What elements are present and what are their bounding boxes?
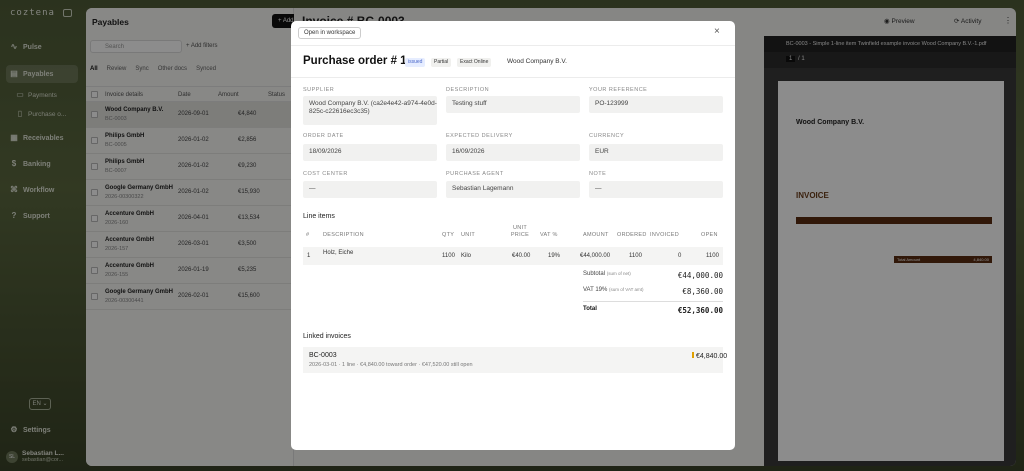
note-field: — <box>589 181 723 198</box>
field-label: DESCRIPTION <box>446 87 490 93</box>
field-label: PURCHASE AGENT <box>446 171 504 177</box>
column-header: OPEN <box>701 232 718 238</box>
expected-delivery-field: 16/09/2026 <box>446 144 580 161</box>
status-badge: Partial <box>431 58 452 67</box>
line-item-ordered: 1100 <box>629 253 642 259</box>
close-icon[interactable]: × <box>714 27 720 37</box>
column-header: # <box>306 232 310 238</box>
total-row: Total €52,360.00 <box>583 306 723 315</box>
line-item-row: 1 Holz, Eiche 1100 Kilo €40.00 19% €44,0… <box>303 247 723 265</box>
line-item-unit: Kilo <box>461 253 472 259</box>
column-header: AMOUNT <box>583 232 609 238</box>
description-field: Testing stuff <box>446 96 580 113</box>
status-badge: issued <box>405 58 426 67</box>
cost-center-field: — <box>303 181 437 198</box>
order-date-field: 18/09/2026 <box>303 144 437 161</box>
field-label: SUPPLIER <box>303 87 335 93</box>
vat-value: €8,360.00 <box>682 287 723 296</box>
currency-field: EUR <box>589 144 723 161</box>
linked-invoice-amount: €4,840.00 <box>696 353 728 360</box>
line-item-description: Holz, Eiche <box>323 250 354 256</box>
purchase-order-title: Purchase order # 1 <box>303 55 407 67</box>
warning-marker-icon <box>692 352 694 358</box>
field-label: CURRENCY <box>589 133 625 139</box>
subtotal-row: Subtotal (sum of net) €44,000.00 <box>583 271 723 280</box>
linked-invoice-row[interactable]: BC-0003 2026-03-01 · 1 line · €4,840.00 … <box>303 347 727 373</box>
purchase-agent-field: Sebastian Lagemann <box>446 181 580 198</box>
total-label: Total <box>583 306 597 312</box>
divider <box>583 301 723 302</box>
vat-row: VAT 19% (sum of VAT amt) €8,360.00 <box>583 287 723 296</box>
linked-invoice-number: BC-0003 <box>309 352 337 359</box>
column-header: UNIT PRICE <box>510 225 530 238</box>
po-supplier-name: Wood Company B.V. <box>507 58 567 65</box>
line-items-header: # DESCRIPTION QTY UNIT UNIT PRICE VAT % … <box>303 225 723 247</box>
app-background: coztena ∿ Pulse ▤ Payables ▭ Payments ▯ … <box>0 0 1024 471</box>
line-item-amount: €44,000.00 <box>580 253 611 259</box>
line-items-title: Line items <box>303 213 335 220</box>
reference-field: PO-123999 <box>589 96 723 113</box>
purchase-order-modal: Open in workspace × Purchase order # 1 i… <box>291 21 735 450</box>
line-item-unit-price: €40.00 <box>512 253 531 259</box>
column-header: UNIT <box>461 232 476 238</box>
column-header: VAT % <box>540 232 558 238</box>
supplier-field: Wood Company B.V. (ca2e4e42-a974-4e0d-82… <box>303 96 437 125</box>
field-label: NOTE <box>589 171 607 177</box>
column-header: INVOICED <box>650 232 679 238</box>
linked-invoice-summary: 2026-03-01 · 1 line · €4,840.00 toward o… <box>309 362 473 368</box>
sync-badge: Exact Online <box>457 58 492 67</box>
field-label: COST CENTER <box>303 171 348 177</box>
field-label: YOUR REFERENCE <box>589 87 648 93</box>
subtotal-note: (sum of net) <box>606 271 631 276</box>
line-item-number: 1 <box>307 253 311 259</box>
line-item-qty: 1100 <box>442 253 455 259</box>
line-item-invoiced: 0 <box>678 253 682 259</box>
line-item-vat: 19% <box>548 253 561 259</box>
field-label: ORDER DATE <box>303 133 344 139</box>
open-in-workspace-button[interactable]: Open in workspace <box>298 27 362 39</box>
vat-note: (sum of VAT amt) <box>609 287 644 292</box>
divider <box>291 45 735 46</box>
line-item-open: 1100 <box>706 253 719 259</box>
total-value: €52,360.00 <box>677 306 723 315</box>
column-header: DESCRIPTION <box>323 232 364 238</box>
column-header: QTY <box>442 232 455 238</box>
subtotal-value: €44,000.00 <box>677 271 723 280</box>
column-header: ORDERED <box>617 232 647 238</box>
subtotal-label: Subtotal <box>583 271 606 277</box>
vat-label: VAT 19% <box>583 287 608 293</box>
divider <box>291 77 735 78</box>
linked-invoices-title: Linked invoices <box>303 333 351 340</box>
field-label: EXPECTED DELIVERY <box>446 133 513 139</box>
